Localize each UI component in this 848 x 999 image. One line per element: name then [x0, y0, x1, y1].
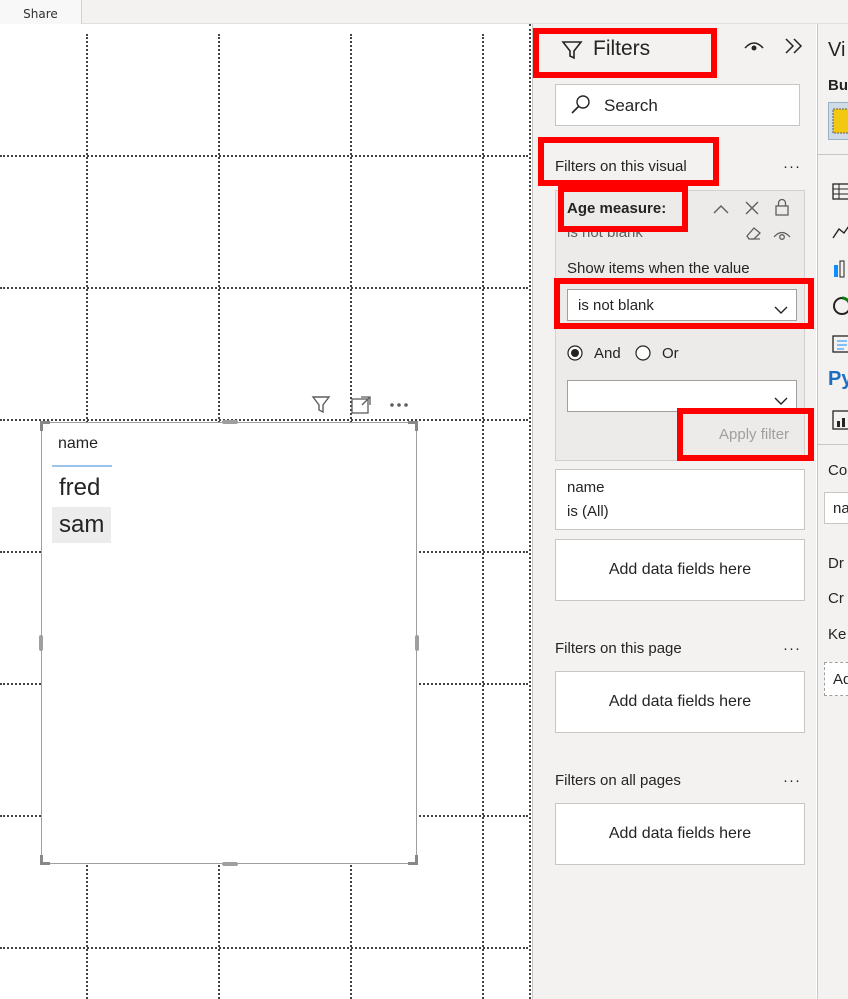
- table-visual[interactable]: name fred sam: [39, 420, 419, 866]
- pane-splitter[interactable]: [529, 24, 531, 999]
- filter-icon[interactable]: [310, 394, 332, 416]
- table-visual-icon[interactable]: [828, 102, 848, 140]
- condition-dropdown[interactable]: is not blank: [567, 289, 797, 321]
- eye-icon[interactable]: [743, 38, 765, 54]
- python-visual-label[interactable]: Py: [828, 368, 848, 391]
- add-data-fields-page[interactable]: Add data fields here: [555, 671, 805, 733]
- chevron-down-icon: [774, 391, 788, 405]
- line-chart-icon[interactable]: [832, 220, 848, 240]
- cross-report-label: Cr: [828, 590, 844, 607]
- resize-handle[interactable]: [40, 855, 50, 865]
- divider: [818, 444, 848, 445]
- second-condition-dropdown[interactable]: [567, 380, 797, 412]
- section-title-page: Filters on this page: [555, 640, 682, 657]
- apply-filter-button[interactable]: Apply filter: [719, 426, 789, 443]
- or-radio[interactable]: [635, 345, 651, 361]
- visual-header-toolbar: [310, 394, 414, 416]
- name-field-chip[interactable]: na: [824, 492, 848, 524]
- build-visual-label: Bu: [828, 77, 848, 94]
- grid-line: [482, 34, 484, 999]
- top-ribbon: Share: [0, 0, 848, 24]
- section-title-all-pages: Filters on all pages: [555, 772, 681, 789]
- report-icon[interactable]: [832, 410, 848, 430]
- resize-handle[interactable]: [39, 635, 43, 651]
- columns-label: Co: [828, 462, 848, 479]
- add-drill-fields-label: Ad: [833, 671, 848, 688]
- drill-through-label: Dr: [828, 555, 844, 572]
- or-label: Or: [662, 345, 679, 362]
- matrix-icon[interactable]: [832, 182, 848, 202]
- eye-icon[interactable]: [772, 227, 792, 241]
- bar-chart-icon[interactable]: [832, 258, 848, 278]
- resize-handle[interactable]: [415, 635, 419, 651]
- filter-card-summary: is not blank: [567, 224, 643, 241]
- chevron-up-icon[interactable]: [712, 201, 730, 215]
- search-input[interactable]: Search: [555, 84, 800, 126]
- grid-line: [0, 947, 528, 949]
- more-options-icon[interactable]: ···: [783, 640, 801, 657]
- table-row[interactable]: sam: [52, 507, 112, 543]
- close-icon[interactable]: [744, 200, 760, 216]
- column-header-name[interactable]: name: [52, 433, 112, 467]
- add-drill-fields-box[interactable]: Ad: [824, 662, 848, 696]
- more-options-icon[interactable]: ···: [783, 158, 801, 175]
- filter-card-age[interactable]: Age measure: is not blank Show items whe…: [555, 190, 805, 461]
- resize-handle[interactable]: [40, 421, 50, 431]
- and-label: And: [594, 345, 621, 362]
- table-row[interactable]: fred: [52, 470, 107, 506]
- collapse-pane-icon[interactable]: [783, 36, 805, 56]
- gauge-icon[interactable]: [832, 296, 848, 316]
- condition-value: is not blank: [578, 297, 654, 314]
- card-icon[interactable]: [832, 334, 848, 354]
- filters-pane: Filters Search Filters on this visual ··…: [532, 24, 816, 999]
- more-options-icon[interactable]: ···: [783, 772, 801, 789]
- and-radio[interactable]: [567, 345, 583, 361]
- resize-handle[interactable]: [222, 862, 238, 866]
- add-data-fields-all-pages[interactable]: Add data fields here: [555, 803, 805, 865]
- visualizations-title: Vi: [828, 39, 846, 61]
- search-placeholder: Search: [604, 96, 658, 115]
- condition-label: Show items when the value: [567, 260, 750, 277]
- resize-handle[interactable]: [408, 855, 418, 865]
- visualizations-pane: Vi Bu Py Co na Dr Cr Ke Ad: [817, 24, 848, 999]
- focus-mode-icon[interactable]: [350, 394, 372, 416]
- filter-icon: [561, 39, 583, 61]
- share-tab[interactable]: Share: [0, 0, 82, 24]
- name-field-chip-label: na: [833, 500, 848, 517]
- section-title-visual: Filters on this visual: [555, 158, 687, 175]
- filter-card-summary: is (All): [567, 503, 609, 520]
- resize-handle[interactable]: [222, 420, 238, 424]
- divider: [818, 154, 848, 155]
- lock-icon[interactable]: [774, 198, 790, 216]
- resize-handle[interactable]: [408, 421, 418, 431]
- filter-card-title: Age measure:: [567, 200, 667, 217]
- filter-card-title: name: [567, 479, 605, 496]
- grid-line: [0, 419, 528, 421]
- add-data-fields-visual[interactable]: Add data fields here: [555, 539, 805, 601]
- filter-card-name[interactable]: name is (All): [555, 469, 805, 530]
- grid-line: [0, 155, 528, 157]
- grid-line: [0, 287, 528, 289]
- keep-filters-label: Ke: [828, 626, 847, 643]
- more-options-icon[interactable]: [388, 394, 410, 416]
- filters-title: Filters: [593, 37, 651, 60]
- search-icon: [570, 94, 592, 116]
- chevron-down-icon: [774, 300, 788, 314]
- eraser-icon[interactable]: [744, 225, 762, 241]
